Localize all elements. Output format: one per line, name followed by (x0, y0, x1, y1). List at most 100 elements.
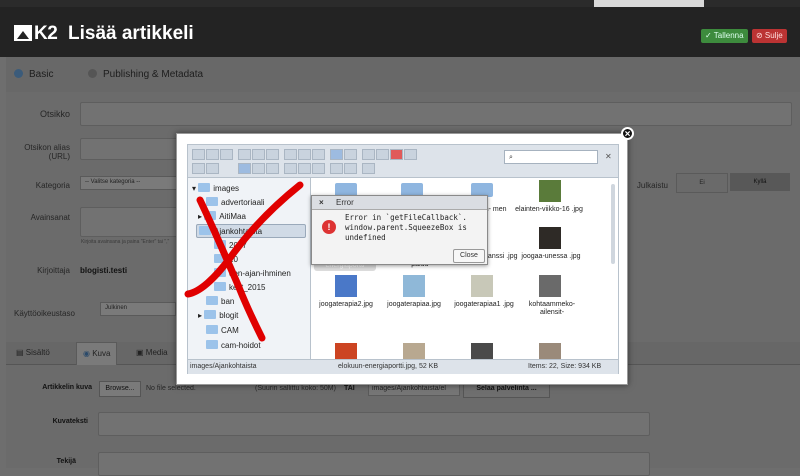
k2-logo-icon (14, 25, 32, 41)
error-icon: ! (322, 220, 336, 234)
tags-label: Avainsanat (30, 213, 70, 222)
up-icon[interactable] (220, 149, 233, 160)
forward-icon[interactable] (206, 149, 219, 160)
resize-icon[interactable] (206, 163, 219, 174)
download-icon[interactable] (298, 149, 311, 160)
caption-input[interactable] (98, 412, 650, 436)
image-thumbnail[interactable] (539, 227, 561, 249)
media-icon: ▣ (136, 348, 146, 357)
upload-icon[interactable] (266, 149, 279, 160)
redo-icon[interactable] (344, 149, 357, 160)
tree-item-images[interactable]: ▾ images (192, 183, 239, 193)
file-search-input[interactable]: ⌕ (504, 150, 598, 164)
tree-item-label: kelit_2015 (229, 283, 266, 292)
error-close-button[interactable]: Close (453, 249, 485, 263)
copy-icon[interactable] (362, 149, 375, 160)
tree-item[interactable]: den-ajan-ihminen (214, 268, 291, 278)
image-thumbnail[interactable] (403, 343, 425, 359)
top-strip-buttons (594, 0, 704, 7)
file-name: joogaterapiaa.jpg (387, 301, 441, 308)
icons-view-icon[interactable] (238, 163, 251, 174)
list-view-icon[interactable] (252, 163, 265, 174)
save-button[interactable]: ✓ Tallenna (701, 29, 748, 43)
sort-icon[interactable] (298, 163, 311, 174)
clear-search-icon[interactable]: ✕ (605, 152, 612, 161)
published-yes[interactable]: Kyllä (730, 173, 790, 191)
status-file: elokuun-energiaportti.jpg, 52 KB (338, 363, 439, 370)
settings-icon[interactable] (362, 163, 375, 174)
tree-item-label: CAM (221, 326, 239, 335)
help-icon[interactable] (312, 163, 325, 174)
author-label: Kirjoittaja (37, 266, 70, 275)
tree-item[interactable]: advertoriaali (206, 197, 265, 207)
content-icon: ▤ (16, 348, 26, 357)
tab-basic[interactable]: Basic (14, 69, 53, 80)
rename-icon[interactable] (404, 149, 417, 160)
info-icon[interactable] (312, 149, 325, 160)
image-thumbnail[interactable] (335, 275, 357, 297)
folder-icon (214, 268, 226, 277)
alias-input[interactable] (80, 138, 182, 160)
tree-item-label: images (213, 184, 240, 193)
archive-icon[interactable] (266, 163, 279, 174)
tree-item[interactable]: 20 (214, 254, 238, 264)
app-header: K2 Lisää artikkeli ✓ Tallenna ⊘ Sulje (0, 7, 800, 57)
tree-item[interactable]: CAM (206, 325, 239, 335)
image-thumbnail[interactable] (335, 343, 357, 359)
access-select[interactable]: Julkinen (100, 302, 176, 316)
folder-icon (198, 183, 211, 192)
file-name: joogaterapia2.jpg (319, 301, 373, 308)
tree-item-selected[interactable]: Ajankohtaista (196, 224, 306, 238)
tab-image[interactable]: ◉ Kuva (76, 342, 118, 365)
tab-publishing-metadata[interactable]: Publishing & Metadata (88, 69, 203, 80)
view-icon[interactable] (330, 163, 343, 174)
tags-input[interactable] (80, 207, 182, 237)
folder-icon (206, 296, 218, 305)
k2-logo: K2 (14, 23, 58, 45)
published-no[interactable]: Ei (676, 173, 728, 193)
camera-icon: ◉ (83, 349, 93, 358)
tree-item[interactable]: ▸ AitiMaa (198, 211, 246, 221)
close-button[interactable]: ⊘ Sulje (752, 29, 787, 43)
image-thumbnail[interactable] (539, 275, 561, 297)
browse-button[interactable]: Browse... (99, 381, 141, 397)
alias-label: Otsikon alias (URL) (24, 143, 70, 161)
category-select[interactable]: -- Valitse kategoria -- (80, 176, 178, 190)
tab-label: Media (145, 348, 168, 357)
tree-item[interactable]: ban (206, 296, 234, 306)
tree-item[interactable]: cam-hoidot (206, 340, 261, 350)
cut-icon[interactable] (376, 149, 389, 160)
status-items: Items: 22, Size: 934 KB (528, 363, 602, 370)
scrollbar[interactable] (611, 184, 615, 264)
category-label: Kategoria (35, 181, 70, 190)
new-folder-icon[interactable] (238, 149, 251, 160)
back-icon[interactable] (192, 149, 205, 160)
image-thumbnail[interactable] (471, 343, 493, 359)
or-label: TAI (344, 385, 355, 392)
undo-icon[interactable] (330, 149, 343, 160)
title-input[interactable] (80, 102, 792, 126)
edit-icon[interactable] (192, 163, 205, 174)
open-icon[interactable] (284, 149, 297, 160)
modal-close-icon[interactable]: × (621, 127, 634, 140)
image-thumbnail[interactable] (471, 275, 493, 297)
new-file-icon[interactable] (252, 149, 265, 160)
folder-icon (214, 240, 226, 249)
image-thumbnail[interactable] (403, 275, 425, 297)
credits-input[interactable] (98, 452, 650, 476)
folder-icon (214, 254, 226, 263)
tab-content[interactable]: ▤ Sisältö (16, 348, 50, 357)
tree-item[interactable]: 2017 (214, 240, 247, 250)
close-icon[interactable]: × (319, 196, 324, 209)
delete-icon[interactable] (390, 149, 403, 160)
tree-item[interactable]: ▸ blogit (198, 310, 238, 320)
image-thumbnail[interactable] (539, 343, 561, 359)
tree-item[interactable]: kelit_2015 (214, 282, 265, 292)
select-icon[interactable] (344, 163, 357, 174)
tab-media[interactable]: ▣ Media (136, 348, 168, 357)
tree-item-label: Ajankohtaista (214, 227, 263, 236)
extract-icon[interactable] (284, 163, 297, 174)
image-label: Artikkelin kuva (42, 384, 92, 391)
image-thumbnail[interactable] (539, 180, 561, 202)
browser-top-strip (0, 0, 800, 7)
